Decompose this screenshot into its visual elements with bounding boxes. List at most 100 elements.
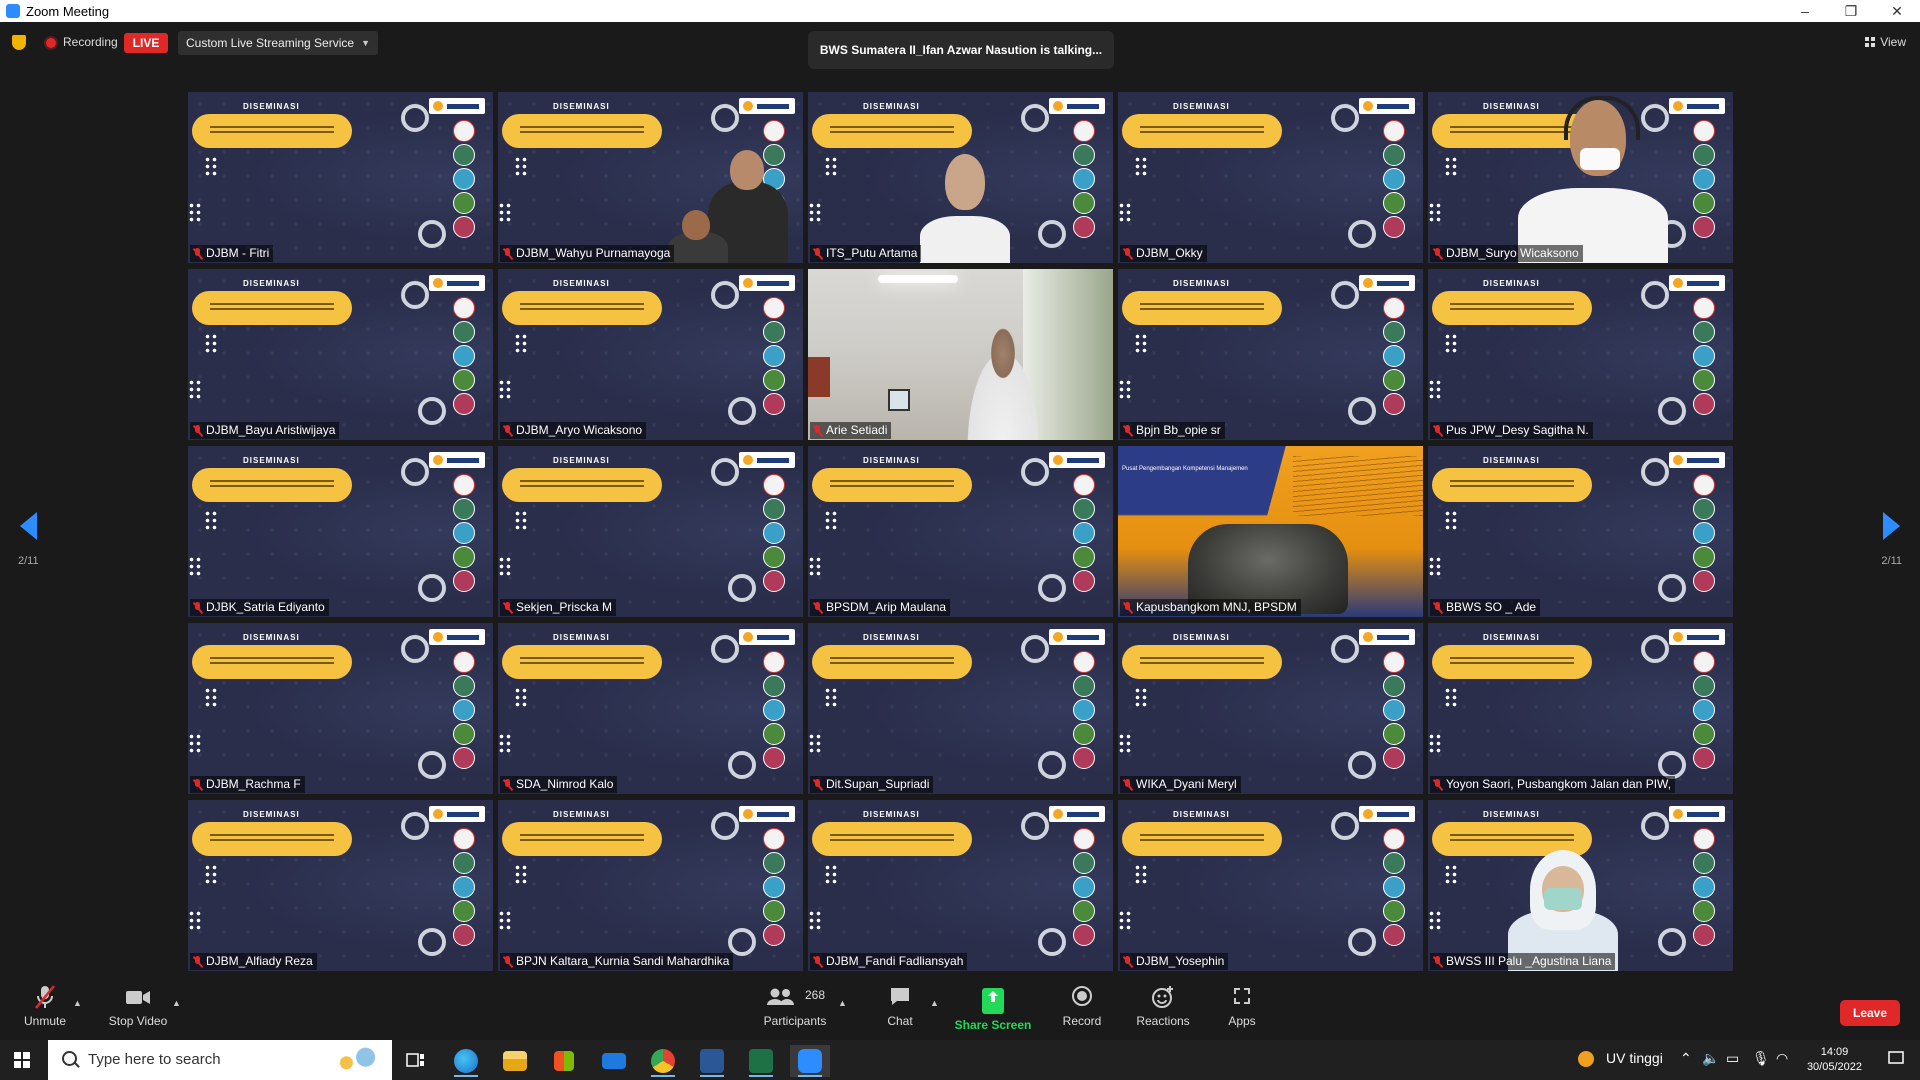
- participant-tile[interactable]: DISEMINASI DJBM_Okky: [1118, 92, 1423, 263]
- apps-button[interactable]: Apps: [1207, 984, 1277, 1028]
- decor-ring: [418, 928, 446, 956]
- slide-decor-lines: [1293, 456, 1423, 516]
- agency-logos: [1693, 297, 1715, 415]
- restore-button[interactable]: ❐: [1828, 0, 1874, 22]
- participant-tile[interactable]: DISEMINASI DJBM_Bayu Aristiwijaya: [188, 269, 493, 440]
- minimize-button[interactable]: –: [1782, 0, 1828, 22]
- participants-button[interactable]: 268 Participants: [755, 984, 835, 1028]
- slide-heading: DISEMINASI: [1173, 279, 1230, 288]
- reactions-button[interactable]: Reactions: [1128, 984, 1198, 1028]
- windows-taskbar: Type here to search UV tinggi ⌃ 🔈 ▭ 🎙 ◠ …: [0, 1040, 1920, 1080]
- participant-name: DJBM_Wahyu Purnamayoga: [516, 246, 671, 260]
- decor-dots: [824, 864, 838, 884]
- microsoft-store-icon[interactable]: [544, 1045, 584, 1077]
- share-screen-icon: [982, 988, 1004, 1014]
- windows-start-icon[interactable]: [14, 1052, 30, 1068]
- edge-browser-icon[interactable]: [446, 1045, 486, 1077]
- participant-tile[interactable]: DISEMINASI DJBM_Suryo Wicaksono: [1428, 92, 1733, 263]
- task-view-icon[interactable]: [396, 1045, 436, 1077]
- file-explorer-icon[interactable]: [495, 1045, 535, 1077]
- chrome-browser-icon[interactable]: [643, 1045, 683, 1077]
- decor-ring: [418, 574, 446, 602]
- participant-video-person: [920, 154, 1010, 263]
- decor-dots: [498, 202, 512, 222]
- weather-text[interactable]: UV tinggi: [1606, 1050, 1663, 1066]
- participant-tile[interactable]: DISEMINASI BBWS SO _ Ade: [1428, 446, 1733, 617]
- muted-mic-icon: [1123, 247, 1132, 260]
- decor-dots: [1428, 202, 1442, 222]
- reactions-label: Reactions: [1136, 1014, 1190, 1028]
- participant-tile[interactable]: DISEMINASI SDA_Nimrod Kalo: [498, 623, 803, 794]
- participant-name-label: DJBM - Fitri: [190, 245, 274, 262]
- slide-heading: DISEMINASI: [863, 102, 920, 111]
- wifi-icon[interactable]: ◠: [1776, 1050, 1788, 1067]
- decor-dots: [204, 156, 218, 176]
- participant-tile[interactable]: DISEMINASI BWSS III Palu _Agustina Liana: [1428, 800, 1733, 971]
- participant-tile[interactable]: DISEMINASI Sekjen_Priscka M: [498, 446, 803, 617]
- system-clock[interactable]: 14:09 30/05/2022: [1807, 1045, 1862, 1075]
- meeting-toolbar: Unmute ▲ Stop Video ▲ 268 Participants ▲…: [0, 980, 1920, 1040]
- decor-ring: [1021, 458, 1049, 486]
- decor-dots: [1428, 733, 1442, 753]
- tray-overflow-chevron-icon[interactable]: ⌃: [1680, 1050, 1692, 1067]
- next-page-arrow-icon[interactable]: [1883, 512, 1900, 540]
- participant-tile[interactable]: DISEMINASI DJBM_Aryo Wicaksono: [498, 269, 803, 440]
- participant-tile[interactable]: DISEMINASI DJBM - Fitri: [188, 92, 493, 263]
- taskbar-search-box[interactable]: Type here to search: [48, 1040, 392, 1080]
- security-shield-icon[interactable]: [12, 35, 26, 50]
- word-app-icon[interactable]: [692, 1045, 732, 1077]
- participant-tile[interactable]: DISEMINASI DJBM_Wahyu Purnamayoga: [498, 92, 803, 263]
- participant-tile[interactable]: DISEMINASI DJBK_Satria Ediyanto: [188, 446, 493, 617]
- participant-tile[interactable]: DISEMINASI BPJN Kaltara_Kurnia Sandi Maha…: [498, 800, 803, 971]
- live-stream-service-dropdown[interactable]: Custom Live Streaming Service ▼: [178, 31, 379, 55]
- tablet-mode-icon[interactable]: ▭: [1726, 1050, 1739, 1067]
- participant-tile[interactable]: Pusat Pengembangan Kompetensi Manajemen K…: [1118, 446, 1423, 617]
- record-button[interactable]: Record: [1047, 984, 1117, 1028]
- slide-heading: DISEMINASI: [1483, 456, 1540, 465]
- view-button[interactable]: View: [1865, 35, 1906, 49]
- participant-tile[interactable]: DISEMINASI DJBM_Rachma F: [188, 623, 493, 794]
- participant-tile[interactable]: DISEMINASI BPSDM_Arip Maulana: [808, 446, 1113, 617]
- chat-button[interactable]: Chat: [865, 984, 935, 1028]
- search-highlight-illustration-icon: [332, 1046, 380, 1074]
- chat-caret-icon[interactable]: ▲: [930, 998, 939, 1008]
- participant-tile[interactable]: DISEMINASI DJBM_Fandi Fadliansyah: [808, 800, 1113, 971]
- participant-tile[interactable]: Arie Setiadi: [808, 269, 1113, 440]
- decor-dots: [498, 556, 512, 576]
- decor-dots: [188, 379, 202, 399]
- search-icon: [62, 1051, 77, 1066]
- slide-title-pill: [192, 645, 352, 679]
- participant-tile[interactable]: DISEMINASI DJBM_Yosephin: [1118, 800, 1423, 971]
- participant-tile[interactable]: DISEMINASI DJBM_Alfiady Reza: [188, 800, 493, 971]
- participant-tile[interactable]: DISEMINASI Bpjn Bb_opie sr: [1118, 269, 1423, 440]
- mail-icon[interactable]: [594, 1045, 634, 1077]
- slide-title-pill: [812, 114, 972, 148]
- notification-center-icon[interactable]: [1888, 1050, 1904, 1069]
- slide-heading: DISEMINASI: [553, 279, 610, 288]
- live-badge[interactable]: LIVE: [124, 33, 168, 53]
- unmute-button[interactable]: Unmute: [10, 984, 80, 1028]
- recording-label[interactable]: Recording: [63, 35, 118, 49]
- speaker-icon[interactable]: 🔈: [1702, 1050, 1719, 1067]
- zoom-taskbar-icon[interactable]: [790, 1045, 830, 1077]
- share-screen-button[interactable]: Share Screen: [953, 984, 1033, 1032]
- participants-caret-icon[interactable]: ▲: [838, 998, 847, 1008]
- participant-tile[interactable]: DISEMINASI Dit.Supan_Supriadi: [808, 623, 1113, 794]
- participant-tile[interactable]: DISEMINASI Yoyon Saori, Pusbangkom Jalan …: [1428, 623, 1733, 794]
- decor-ring: [1331, 635, 1359, 663]
- agency-logos: [763, 297, 785, 415]
- stop-video-button[interactable]: Stop Video: [103, 984, 173, 1028]
- participant-tile[interactable]: DISEMINASI ITS_Putu Artama: [808, 92, 1113, 263]
- participant-name-label: Arie Setiadi: [810, 422, 892, 439]
- decor-dots: [188, 910, 202, 930]
- participant-tile[interactable]: DISEMINASI Pus JPW_Desy Sagitha N.: [1428, 269, 1733, 440]
- previous-page-arrow-icon[interactable]: [20, 512, 37, 540]
- close-button[interactable]: ✕: [1874, 0, 1920, 22]
- microphone-tray-icon[interactable]: 🎙: [1752, 1050, 1770, 1067]
- video-options-caret-icon[interactable]: ▲: [172, 998, 181, 1008]
- window-titlebar: Zoom Meeting – ❐ ✕: [0, 0, 1920, 22]
- leave-button[interactable]: Leave: [1840, 1000, 1900, 1026]
- participant-tile[interactable]: DISEMINASI WIKA_Dyani Meryl: [1118, 623, 1423, 794]
- audio-options-caret-icon[interactable]: ▲: [73, 998, 82, 1008]
- excel-app-icon[interactable]: [741, 1045, 781, 1077]
